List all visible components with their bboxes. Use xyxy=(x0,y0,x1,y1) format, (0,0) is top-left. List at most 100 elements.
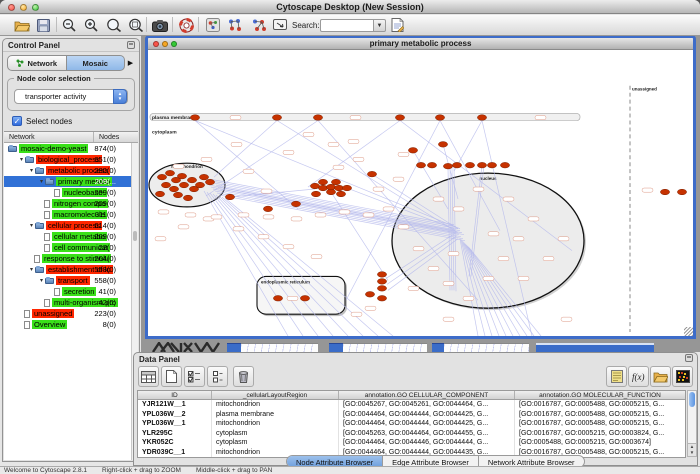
tab-overflow-icon[interactable]: ▶ xyxy=(125,55,136,71)
network-node[interactable] xyxy=(313,115,322,121)
network-node[interactable] xyxy=(165,170,174,176)
tree-row-cellular-metabo[interactable]: cellular metabo209(0) xyxy=(4,231,138,242)
float-panel-icon[interactable] xyxy=(685,354,693,362)
tree-row-macromolecule[interactable]: macromolecule311(0) xyxy=(4,209,138,220)
network-node[interactable] xyxy=(273,295,282,301)
save-icon[interactable] xyxy=(34,16,53,34)
formula-icon[interactable]: f(x) xyxy=(628,366,649,387)
expand-triangle-icon[interactable]: ▾ xyxy=(38,277,45,284)
snapshot-icon[interactable] xyxy=(150,16,169,34)
network-node[interactable] xyxy=(660,189,669,195)
network-node[interactable] xyxy=(465,162,474,168)
background-window[interactable] xyxy=(444,343,529,352)
tree-row-metabolic-process[interactable]: ▾metabolic process280(0) xyxy=(4,165,138,176)
open-file-icon[interactable] xyxy=(12,16,31,34)
network-node[interactable] xyxy=(438,142,447,148)
tree-row-cell-communicat[interactable]: cell communicat22(0) xyxy=(4,242,138,253)
tree-row-nucleobase-[interactable]: nucleobase-209(0) xyxy=(4,187,138,198)
network-node[interactable] xyxy=(179,182,188,188)
background-window[interactable] xyxy=(343,343,427,352)
delete-attribute-icon[interactable] xyxy=(233,366,254,387)
network-node[interactable] xyxy=(342,185,351,191)
network-node[interactable] xyxy=(169,186,178,192)
node-color-dropdown[interactable]: transporter activity ▲▼ xyxy=(14,89,128,104)
network-node[interactable] xyxy=(408,148,417,154)
zoom-in-icon[interactable] xyxy=(82,16,101,34)
column-header[interactable]: annotation.GO CELLULAR_COMPONENT xyxy=(339,391,515,399)
tab-network[interactable]: Network xyxy=(7,55,67,71)
frame-close-icon[interactable] xyxy=(153,41,159,47)
network-node[interactable] xyxy=(272,115,281,121)
network-node[interactable] xyxy=(161,182,170,188)
annotation-icon[interactable] xyxy=(270,16,289,34)
zoom-window-icon[interactable] xyxy=(32,4,39,11)
column-header[interactable]: annotation.GO MOLECULAR_FUNCTION xyxy=(515,391,685,399)
expand-triangle-icon[interactable]: ▾ xyxy=(28,266,35,273)
background-window[interactable] xyxy=(227,343,241,352)
tree-row-overview[interactable]: Overview8(0) xyxy=(4,319,138,330)
network-node[interactable] xyxy=(225,194,234,200)
import-attributes-icon[interactable] xyxy=(650,366,671,387)
network-node[interactable] xyxy=(416,162,425,168)
minimize-window-icon[interactable] xyxy=(20,4,27,11)
tree-row-mosaic-demo-yeast[interactable]: mosaic-demo-yeast874(0) xyxy=(4,143,138,154)
network-node[interactable] xyxy=(326,189,335,195)
expand-triangle-icon[interactable]: ▾ xyxy=(38,178,45,185)
search-input[interactable] xyxy=(320,19,374,32)
network-node[interactable] xyxy=(427,162,436,168)
float-panel-icon[interactable] xyxy=(127,41,135,49)
table-row[interactable]: YPL036W__1mitochondrion[GO:0044464, GO:0… xyxy=(138,419,685,429)
expand-triangle-icon[interactable]: ▾ xyxy=(28,167,35,174)
network-node[interactable] xyxy=(487,162,496,168)
network-node[interactable] xyxy=(395,115,404,121)
network-node[interactable] xyxy=(336,191,345,197)
network-node[interactable] xyxy=(311,191,320,197)
network-node[interactable] xyxy=(300,295,309,301)
notes-icon[interactable] xyxy=(606,366,627,387)
network-node[interactable] xyxy=(443,163,452,169)
network-node[interactable] xyxy=(155,191,164,197)
network-node[interactable] xyxy=(291,201,300,207)
tab-mosaic[interactable]: Mosaic xyxy=(67,55,126,71)
network-node[interactable] xyxy=(157,174,166,180)
frame-zoom-icon[interactable] xyxy=(171,41,177,47)
table-row[interactable]: YPL036W__2plasma membrane[GO:0044464, GO… xyxy=(138,410,685,420)
network-node[interactable] xyxy=(377,286,386,292)
select-nodes-checkbox[interactable]: ✓ xyxy=(12,116,22,126)
network-node[interactable] xyxy=(377,279,386,285)
network-node[interactable] xyxy=(365,292,374,298)
vizmapper-icon[interactable] xyxy=(203,16,222,34)
network-node[interactable] xyxy=(173,192,182,198)
table-row[interactable]: YJR121W__1mitochondrion[GO:0045267, GO:0… xyxy=(138,400,685,410)
expand-triangle-icon[interactable]: ▾ xyxy=(18,156,25,163)
background-window[interactable] xyxy=(241,343,318,352)
network-node[interactable] xyxy=(199,174,208,180)
frame-minimize-icon[interactable] xyxy=(162,41,168,47)
new-attribute-icon[interactable] xyxy=(161,366,182,387)
tree-row-primary-metabo[interactable]: ▾primary metabo209(... xyxy=(4,176,138,187)
network-node[interactable] xyxy=(477,162,486,168)
frame-resize-grip[interactable] xyxy=(684,327,693,336)
tree-row-multi-organism-pro[interactable]: multi-organism pro42(0) xyxy=(4,297,138,308)
column-header[interactable]: ID xyxy=(138,391,212,399)
attribute-table-icon[interactable] xyxy=(138,366,159,387)
network-node[interactable] xyxy=(477,115,486,121)
network-node[interactable] xyxy=(195,182,204,188)
zoom-fit-icon[interactable] xyxy=(104,16,123,34)
search-dropdown-icon[interactable]: ▼ xyxy=(374,19,386,32)
matrix-icon[interactable] xyxy=(672,366,693,387)
network-node[interactable] xyxy=(318,179,327,185)
network-node[interactable] xyxy=(177,173,186,179)
help-ring-icon[interactable] xyxy=(177,16,196,34)
network-node[interactable] xyxy=(183,195,192,201)
tree-row-response-to-stimulu[interactable]: response to stimulu264(0) xyxy=(4,253,138,264)
scrollbar-thumb[interactable] xyxy=(689,392,695,407)
network-node[interactable] xyxy=(318,185,327,191)
column-header[interactable]: _cellularLayoutRegion xyxy=(212,391,339,399)
table-row[interactable]: YKR052Ccytoplasm[GO:0044464, GO:0044446,… xyxy=(138,438,685,448)
tree-row-secretion[interactable]: secretion41(0) xyxy=(4,286,138,297)
expand-triangle-icon[interactable]: ▾ xyxy=(28,222,35,229)
tree-row-cellular-process[interactable]: ▾cellular process614(0) xyxy=(4,220,138,231)
table-row[interactable]: YLR295Ccytoplasm[GO:0045263, GO:0044464,… xyxy=(138,429,685,439)
network-node[interactable] xyxy=(205,179,214,185)
